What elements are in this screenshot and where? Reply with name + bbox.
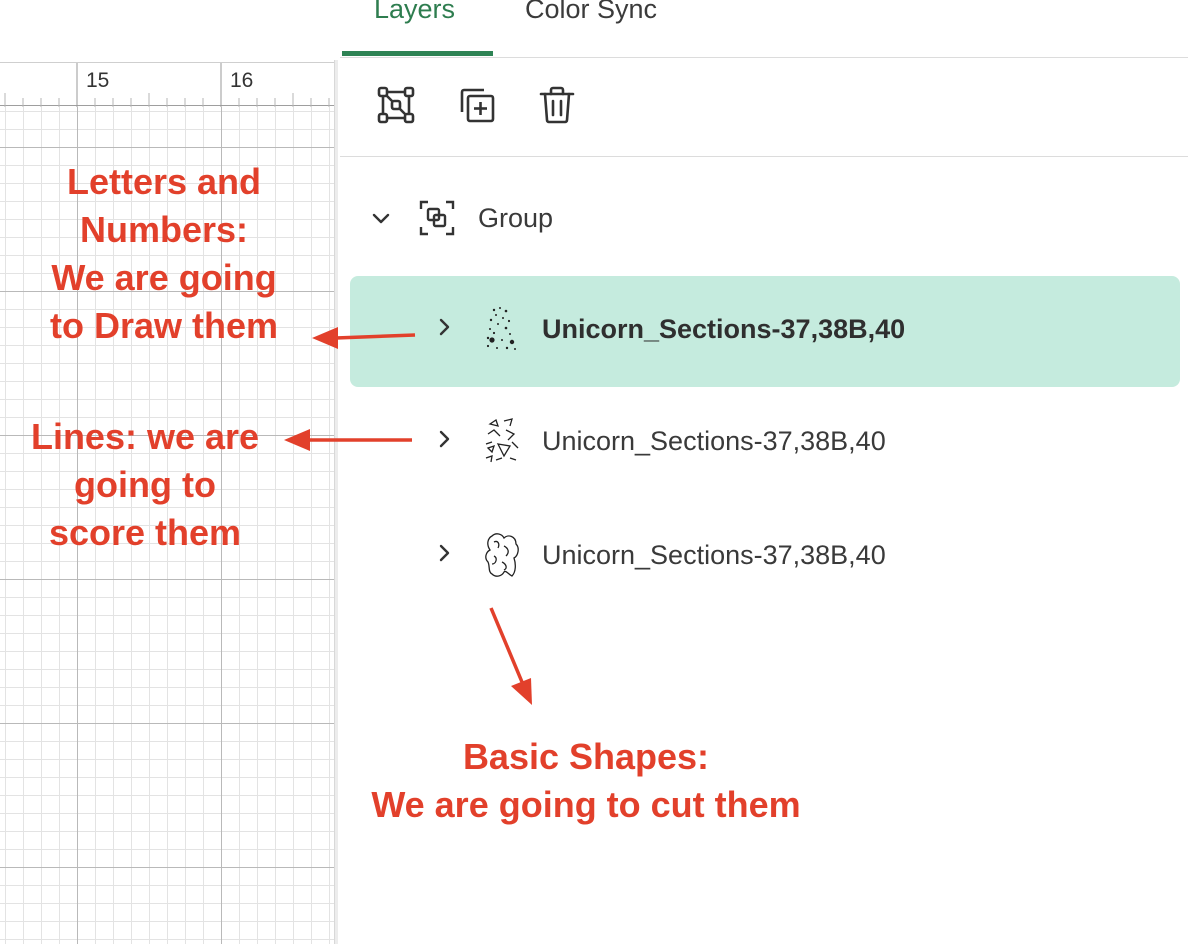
annotation-draw: Letters and Numbers: We are going to Dra… [30, 158, 298, 350]
annotation-line: to Draw them [49, 305, 279, 346]
canvas-scroll-edge [334, 60, 338, 944]
annotation-cut: Basic Shapes: We are going to cut them [346, 733, 826, 829]
layer-group-row[interactable]: Group [340, 190, 1188, 250]
ruler-label-15: 15 [86, 69, 110, 92]
layer-row-draw[interactable]: Unicorn_Sections-37,38B,40 [350, 276, 1180, 387]
duplicate-icon [460, 88, 495, 123]
group-button[interactable] [375, 84, 417, 126]
group-layer-icon [419, 200, 455, 236]
chevron-down-icon[interactable] [370, 208, 392, 230]
tab-color-sync[interactable]: Color Sync [525, 0, 657, 25]
layer-label: Unicorn_Sections-37,38B,40 [542, 426, 886, 456]
chevron-right-icon[interactable] [434, 542, 456, 564]
annotation-line: Numbers: [79, 209, 249, 250]
shapes-thumbnail-icon [485, 533, 519, 577]
duplicate-button[interactable] [456, 84, 498, 126]
layers-toolbar [340, 58, 1188, 157]
annotation-line: We are going to cut them [371, 784, 801, 825]
annotation-line: Letters and [66, 161, 262, 202]
layer-row-cut[interactable]: Unicorn_Sections-37,38B,40 [350, 500, 1180, 611]
annotation-line: score them [48, 512, 242, 553]
group-icon [377, 86, 415, 124]
layer-row-score[interactable]: Unicorn_Sections-37,38B,40 [350, 388, 1180, 499]
horizontal-ruler: 15 16 [0, 62, 334, 107]
chevron-right-icon[interactable] [434, 316, 456, 338]
ruler-ticks [4, 63, 330, 107]
panel-tabs: Layers Color Sync [340, 0, 1188, 58]
group-label: Group [478, 203, 554, 233]
delete-button[interactable] [536, 84, 578, 126]
layer-label: Unicorn_Sections-37,38B,40 [542, 314, 906, 344]
chevron-right-icon[interactable] [434, 428, 456, 450]
layer-label: Unicorn_Sections-37,38B,40 [542, 540, 886, 570]
annotation-score: Lines: we are going to score them [10, 413, 280, 557]
dots-thumbnail-icon [486, 307, 516, 350]
active-tab-indicator [342, 51, 493, 56]
trash-icon [539, 86, 575, 124]
ruler-label-16: 16 [230, 69, 254, 92]
annotation-line: Basic Shapes: [462, 736, 710, 777]
annotation-line: We are going [51, 257, 277, 298]
annotation-line: Lines: we are [30, 416, 260, 457]
tab-layers[interactable]: Layers [374, 0, 455, 25]
lines-thumbnail-icon [485, 418, 519, 463]
annotation-line: going to [74, 464, 216, 505]
